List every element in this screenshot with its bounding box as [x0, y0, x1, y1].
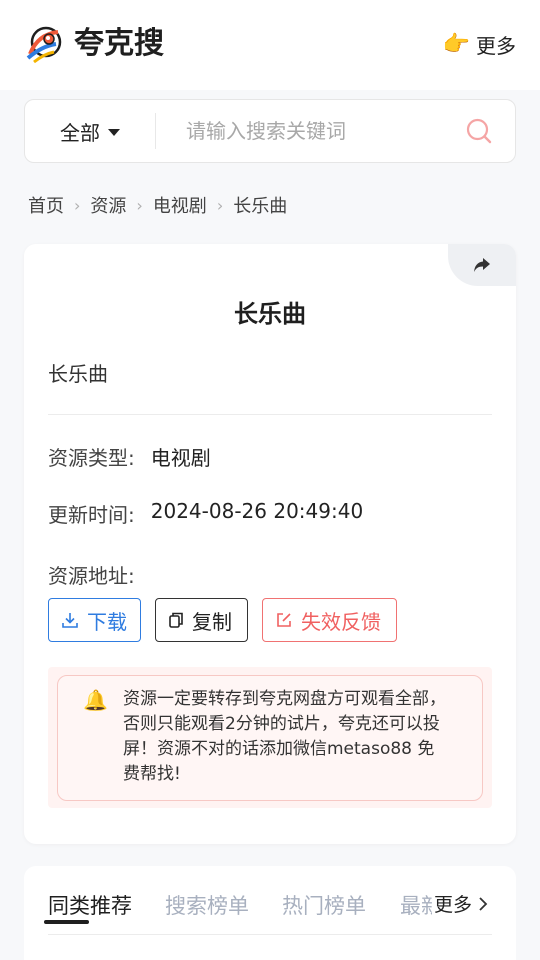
resource-card: 长乐曲 长乐曲 资源类型: 电视剧 更新时间: 2024-08-26 20:49…	[24, 244, 516, 844]
bell-icon: 🔔	[83, 688, 108, 712]
breadcrumb-current: 长乐曲	[233, 196, 288, 217]
pointing-hand-icon: 👉	[442, 32, 470, 57]
share-button[interactable]	[448, 244, 516, 286]
update-time-label: 更新时间:	[48, 503, 135, 527]
download-icon	[62, 613, 78, 628]
search-icon[interactable]	[465, 117, 493, 145]
recommendation-card: 同类推荐 搜索榜单 热门榜单 最新 更多	[24, 866, 516, 960]
notice-text: 资源一定要转存到夸克网盘方可观看全部，否则只能观看2分钟的试片，夸克还可以投屏！…	[123, 689, 446, 784]
resource-address-label: 资源地址:	[48, 564, 135, 588]
copy-icon	[169, 612, 183, 628]
edit-icon	[277, 613, 291, 627]
copy-label: 复制	[192, 609, 232, 634]
chevron-right-icon	[479, 896, 488, 911]
tab-similar[interactable]: 同类推荐	[48, 890, 132, 920]
update-time-row: 更新时间: 2024-08-26 20:49:40	[48, 499, 363, 528]
action-buttons: 下载 复制 失效反馈	[48, 598, 397, 642]
copy-button[interactable]: 复制	[155, 598, 248, 642]
resource-address-row: 资源地址:	[48, 560, 135, 589]
logo-icon[interactable]	[24, 24, 64, 64]
update-time-value: 2024-08-26 20:49:40	[150, 499, 364, 523]
header-more-link[interactable]: 👉 更多	[443, 30, 516, 59]
report-invalid-button[interactable]: 失效反馈	[262, 598, 397, 642]
header: 夸克搜 👉 更多	[0, 0, 540, 90]
notice-inner: 🔔 资源一定要转存到夸克网盘方可观看全部，否则只能观看2分钟的试片，夸克还可以投…	[57, 675, 483, 801]
resource-type-value: 电视剧	[150, 446, 211, 470]
breadcrumb-resources[interactable]: 资源	[90, 192, 126, 218]
search-bar: 全部	[24, 99, 516, 163]
site-title[interactable]: 夸克搜	[74, 24, 164, 64]
header-more-label: 更多	[476, 34, 516, 58]
tab-search-ranking[interactable]: 搜索榜单	[165, 890, 249, 920]
tabs-more-button[interactable]: 更多	[431, 890, 488, 917]
notice-box: 🔔 资源一定要转存到夸克网盘方可观看全部，否则只能观看2分钟的试片，夸克还可以投…	[48, 667, 492, 808]
search-scope-label: 全部	[60, 120, 100, 145]
resource-subtitle: 长乐曲	[48, 362, 108, 386]
resource-type-row: 资源类型: 电视剧	[48, 442, 211, 471]
search-input[interactable]	[156, 100, 465, 162]
tab-bar: 同类推荐 搜索榜单 热门榜单 最新	[48, 886, 492, 936]
report-label: 失效反馈	[301, 609, 381, 634]
tabs-more-label: 更多	[433, 894, 472, 916]
active-tab-indicator	[44, 920, 89, 924]
divider	[48, 414, 492, 415]
search-scope-dropdown[interactable]: 全部	[25, 100, 155, 162]
divider	[48, 934, 492, 935]
resource-title: 长乐曲	[234, 300, 306, 328]
breadcrumb-category[interactable]: 电视剧	[153, 192, 207, 218]
chevron-right-icon: ›	[216, 195, 224, 215]
share-icon	[474, 258, 490, 272]
resource-type-label: 资源类型:	[48, 446, 135, 470]
download-button[interactable]: 下载	[48, 598, 141, 642]
tab-hot-ranking[interactable]: 热门榜单	[282, 890, 366, 920]
chevron-right-icon: ›	[74, 195, 81, 215]
breadcrumb: 首页 › 资源 › 电视剧 › 长乐曲	[28, 192, 287, 218]
download-label: 下载	[87, 609, 127, 634]
caret-down-icon	[108, 128, 120, 136]
breadcrumb-home[interactable]: 首页	[28, 192, 64, 218]
chevron-right-icon: ›	[136, 195, 143, 215]
